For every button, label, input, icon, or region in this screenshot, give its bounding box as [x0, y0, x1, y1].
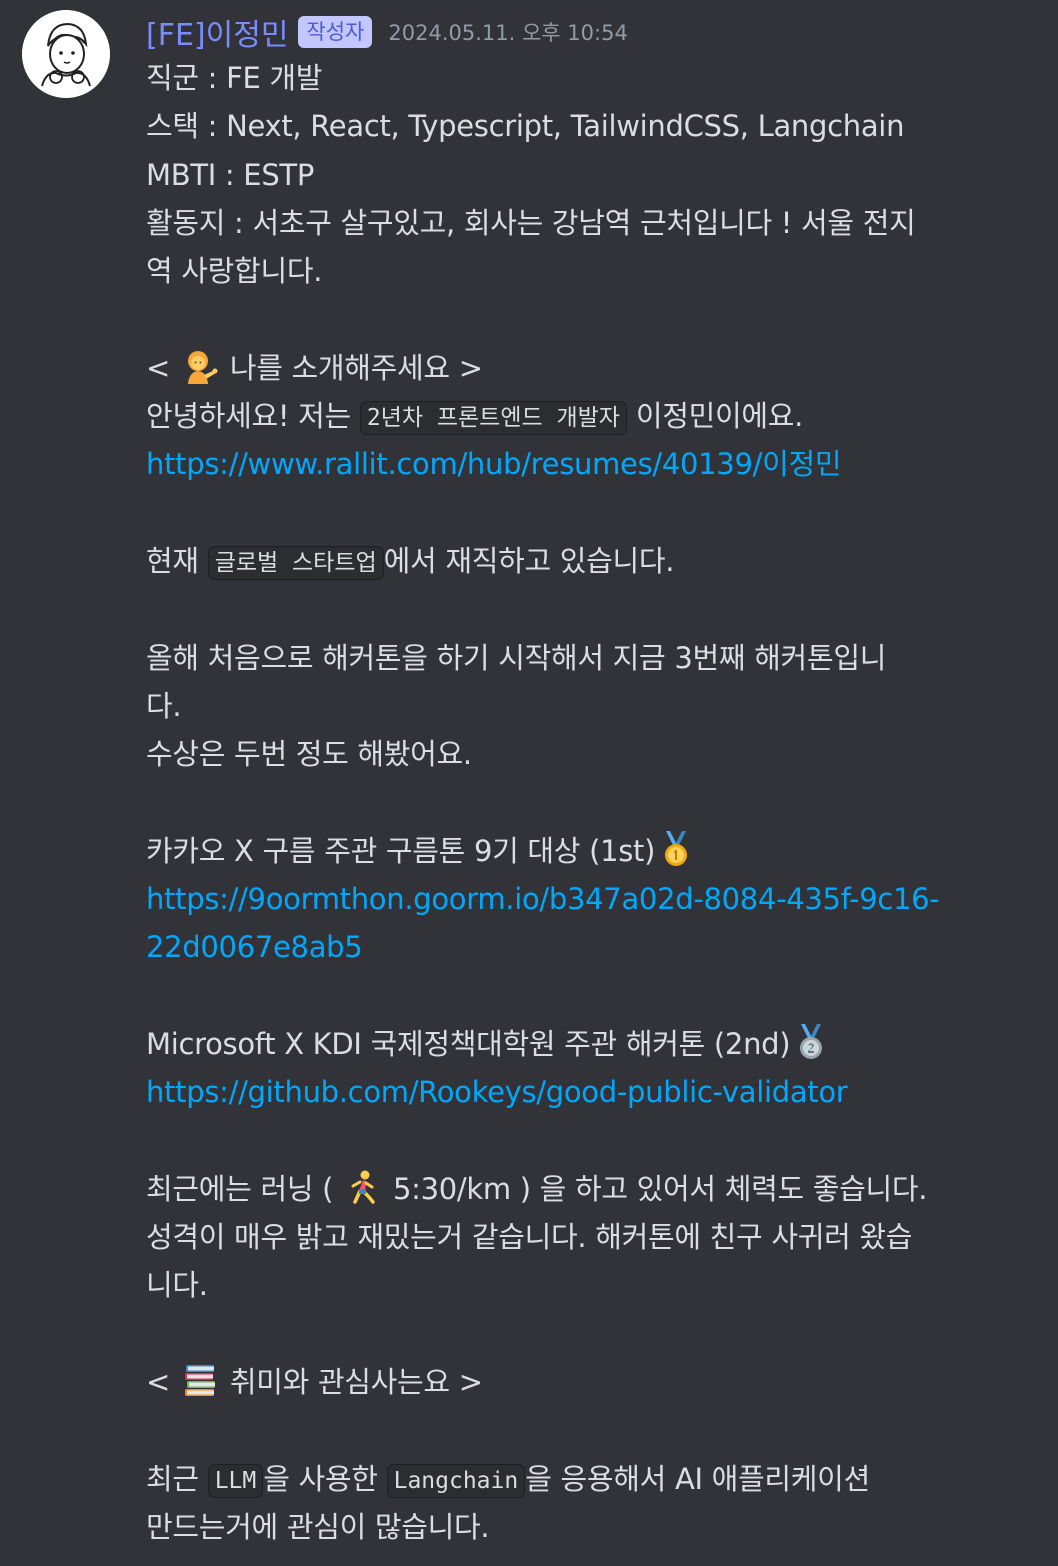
award-link-1: https://9oormthon.goorm.io/b347a02d-8084…	[146, 875, 1026, 923]
interest-line-cont: 만드는거에 관심이 많습니다.	[146, 1509, 490, 1544]
award-link-2: https://github.com/Rookeys/good-public-v…	[146, 1068, 1026, 1116]
gold-medal-icon	[658, 830, 694, 867]
hackathon-line: 올해 처음으로 해커톤을 하기 시작해서 지금 3번째 해커톤입니	[146, 640, 887, 675]
inline-code-role: 2년차 프론트엔드 개발자	[359, 401, 627, 436]
resume-link-line: https://www.rallit.com/hub/resumes/40139…	[146, 440, 1026, 488]
profile-job: 직군 : FE 개발	[146, 61, 323, 95]
intro-heading: < 나를 소개해주세요 >	[146, 344, 1026, 392]
message-content: 직군 : FE 개발 스택 : Next, React, Typescript,…	[146, 54, 1026, 1551]
personality-line: 성격이 매우 밝고 재밌는거 같습니다. 해커톤에 친구 사귀러 왔습	[146, 1220, 913, 1255]
timestamp: 2024.05.11. 오후 10:54	[388, 21, 628, 45]
silver-medal-icon	[793, 1023, 829, 1060]
profile-mbti: MBTI : ESTP	[146, 157, 315, 192]
books-icon	[182, 1362, 218, 1398]
greeting-before: 안녕하세요! 저는	[146, 399, 360, 434]
hobby-heading-prefix: <	[146, 1365, 179, 1400]
goormthon-link-cont[interactable]: 22d0067e8ab5	[146, 930, 363, 964]
resume-link[interactable]: https://www.rallit.com/hub/resumes/40139…	[146, 447, 842, 481]
message-header: [FE]이정민 작성자 2024.05.11. 오후 10:54	[146, 10, 628, 54]
work-line: 현재 글로벌 스타트업 에서 재직하고 있습니다.	[146, 537, 1026, 585]
intro-greeting: 안녕하세요! 저는 2년차 프론트엔드 개발자 이정민이에요.	[146, 392, 1026, 440]
running-after: 5:30/km ) 을 하고 있어서 체력도 좋습니다.	[384, 1171, 928, 1206]
author-name[interactable]: [FE]이정민	[146, 10, 288, 54]
avatar-illustration	[22, 10, 110, 98]
github-link[interactable]: https://github.com/Rookeys/good-public-v…	[146, 1075, 848, 1109]
inline-code-company: 글로벌 스타트업	[207, 545, 384, 580]
hackathon-line-cont: 다.	[146, 688, 182, 723]
intro-heading-text: 나를 소개해주세요 >	[220, 350, 483, 385]
inline-code-langchain: Langchain	[386, 1463, 526, 1498]
personality-line-cont: 니다.	[146, 1268, 208, 1303]
intro-heading-prefix: <	[146, 350, 179, 385]
award-title-text: Microsoft X KDI 국제정책대학원 주관 해커톤 (2nd)	[146, 1026, 791, 1061]
goormthon-link[interactable]: https://9oormthon.goorm.io/b347a02d-8084…	[146, 882, 940, 916]
awards-count-line: 수상은 두번 정도 해봤어요.	[146, 737, 472, 772]
hobby-heading: < 취미와 관심사는요 >	[146, 1358, 1026, 1406]
interest-line: 최근 LLM 을 사용한 Langchain 을 응용해서 AI 애플리케이션	[146, 1455, 1026, 1503]
person-tipping-hand-icon	[182, 348, 218, 384]
work-before: 현재	[146, 543, 208, 578]
interest-middle: 을 사용한	[263, 1461, 387, 1496]
interest-before: 최근	[146, 1461, 208, 1496]
inline-code-llm: LLM	[207, 1463, 264, 1498]
runner-icon	[345, 1169, 381, 1205]
chat-message: [FE]이정민 작성자 2024.05.11. 오후 10:54 직군 : FE…	[0, 0, 1058, 1566]
award-title-text: 카카오 X 구름 주관 구름톤 9기 대상 (1st)	[146, 833, 656, 868]
greeting-after: 이정민이에요.	[626, 399, 804, 434]
profile-area: 활동지 : 서초구 살구있고, 회사는 강남역 근처입니다 ! 서울 전지	[146, 205, 916, 240]
running-before: 최근에는 러닝 (	[146, 1171, 343, 1206]
author-badge: 작성자	[298, 16, 373, 48]
profile-stack: 스택 : Next, React, Typescript, TailwindCS…	[146, 109, 905, 144]
work-after: 에서 재직하고 있습니다.	[383, 543, 675, 578]
profile-area-cont: 역 사랑합니다.	[146, 254, 323, 289]
interest-after: 을 응용해서 AI 애플리케이션	[525, 1461, 870, 1496]
running-line: 최근에는 러닝 ( 5:30/km ) 을 하고 있어서 체력도 좋습니다.	[146, 1165, 1026, 1213]
avatar[interactable]	[22, 10, 110, 98]
award-link-1-cont: 22d0067e8ab5	[146, 923, 1026, 971]
hobby-heading-text: 취미와 관심사는요 >	[220, 1365, 483, 1400]
award-title-1: 카카오 X 구름 주관 구름톤 9기 대상 (1st)	[146, 827, 1026, 875]
award-title-2: Microsoft X KDI 국제정책대학원 주관 해커톤 (2nd)	[146, 1020, 1026, 1068]
